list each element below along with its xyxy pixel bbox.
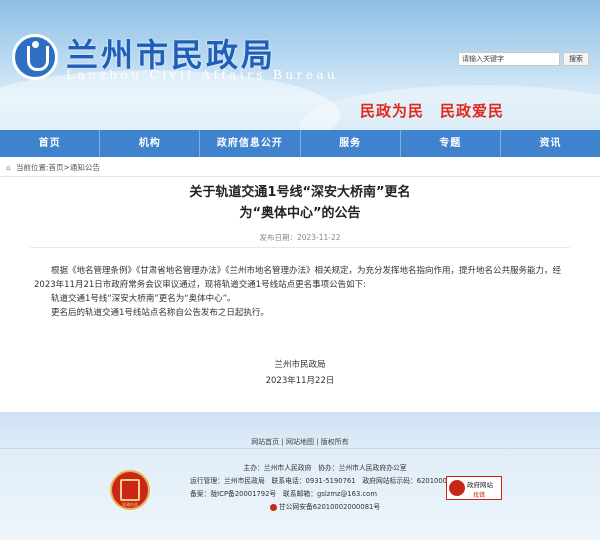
article-title-line1: 关于轨道交通1号线“深安大桥南”更名 — [189, 185, 411, 200]
article-title-line2: 为“奥体中心”的公告 — [239, 206, 361, 221]
signature-org: 兰州市民政局 — [274, 360, 326, 370]
footer-operator: 运行管理：兰州市民政局 联系电话：0931-5190761 政府网站标示码：62… — [190, 477, 460, 485]
emblem-label: 党政机关 — [122, 502, 138, 507]
footer-links[interactable]: 网站首页 | 网站地图 | 版权所有 — [0, 437, 600, 447]
breadcrumb-label: 当前位置: — [16, 163, 49, 172]
article-signature: 兰州市民政局 2023年11月22日 — [0, 357, 600, 389]
gov-badge-icon — [449, 480, 465, 496]
police-badge-icon — [269, 503, 277, 511]
divider — [0, 448, 600, 449]
nav-item-services[interactable]: 服务 — [299, 130, 400, 157]
breadcrumb: ⌂ 当前位置:首页>通知公告 — [0, 158, 600, 178]
nav-item-info-disclosure[interactable]: 政府信息公开 — [199, 130, 299, 157]
nav-item-topics[interactable]: 专题 — [399, 130, 500, 157]
footer-sponsor: 主办：兰州市人民政府 协办：兰州市人民政府办公室 — [243, 464, 407, 472]
location-pin-icon: ⌂ — [6, 163, 11, 172]
nav-item-agencies[interactable]: 机构 — [99, 130, 199, 157]
site-subtitle: Lanzhou Civil Affairs Bureau — [66, 67, 339, 82]
search-button[interactable]: 搜索 — [563, 52, 589, 66]
site-header: 兰州市民政局 Lanzhou Civil Affairs Bureau 请输入关… — [0, 0, 600, 130]
article-body: 根据《地名管理条例》《甘肃省地名管理办法》《兰州市地名管理办法》相关规定，为充分… — [34, 264, 566, 320]
article-title: 关于轨道交通1号线“深安大桥南”更名 为“奥体中心”的公告 — [0, 182, 600, 224]
article-paragraph: 根据《地名管理条例》《甘肃省地名管理办法》《兰州市地名管理办法》相关规定，为充分… — [34, 266, 562, 290]
main-nav: 首页 机构 政府信息公开 服务 专题 资讯 — [0, 130, 600, 157]
party-gov-emblem-icon[interactable]: 党政机关 — [110, 470, 150, 510]
divider — [30, 247, 570, 248]
footer-police-record: 甘公网安备62010002000081号 — [190, 501, 460, 514]
gov-badge-sub: 找错 — [473, 492, 486, 499]
divider — [0, 176, 600, 177]
bureau-logo-icon[interactable] — [12, 34, 58, 80]
gov-site-error-report-badge[interactable]: 政府网站 找错 — [446, 476, 502, 500]
nav-item-news[interactable]: 资讯 — [499, 130, 600, 157]
breadcrumb-path[interactable]: 首页>通知公告 — [49, 163, 100, 172]
gov-badge-title: 政府网站 — [467, 481, 493, 489]
article-paragraph: 轨道交通1号线“深安大桥南”更名为“奥体中心”。 — [51, 294, 236, 304]
footer-police-text: 甘公网安备62010002000081号 — [278, 503, 381, 511]
signature-date: 2023年11月22日 — [265, 376, 335, 386]
footer-icp: 备案：陇ICP备20001792号 联系邮箱：gslzmz@163.com — [190, 490, 377, 498]
article-paragraph: 更名后的轨道交通1号线站点名称自公告发布之日起执行。 — [51, 308, 269, 318]
search-input[interactable]: 请输入关键字 — [458, 52, 560, 66]
publish-date: 发布日期：2023-11-22 — [259, 233, 341, 242]
footer-info: 主办：兰州市人民政府 协办：兰州市人民政府办公室 运行管理：兰州市民政局 联系电… — [190, 462, 460, 514]
nav-item-home[interactable]: 首页 — [0, 130, 99, 157]
slogan: 民政为民 民政爱民 — [360, 102, 505, 120]
